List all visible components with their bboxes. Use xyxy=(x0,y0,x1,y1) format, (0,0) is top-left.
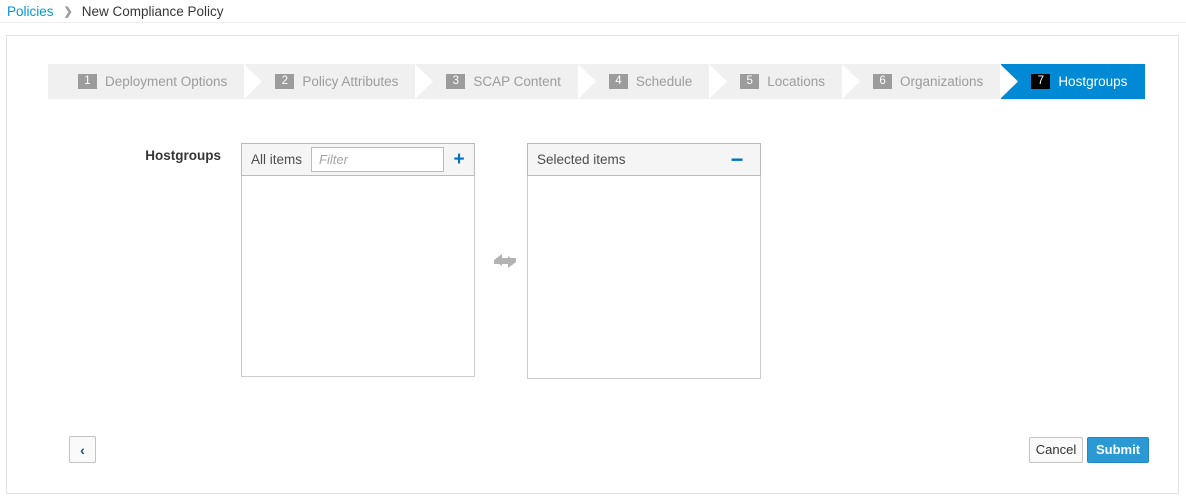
remove-items-icon[interactable]: − xyxy=(722,148,752,171)
cancel-button[interactable]: Cancel xyxy=(1029,437,1083,463)
wizard-steps: 1 Deployment Options 2 Policy Attributes… xyxy=(48,64,1146,99)
breadcrumb: Policies ❯ New Compliance Policy xyxy=(0,0,1186,23)
breadcrumb-link-policies[interactable]: Policies xyxy=(7,4,54,19)
step-label: Hostgroups xyxy=(1058,74,1128,89)
step-number-badge: 4 xyxy=(608,74,628,89)
all-items-listbox: All items + xyxy=(241,143,475,377)
all-items-list[interactable] xyxy=(241,176,475,377)
step-number-badge: 7 xyxy=(1031,74,1051,89)
wizard-step-scap-content[interactable]: 3 SCAP Content xyxy=(416,64,596,99)
breadcrumb-current: New Compliance Policy xyxy=(81,3,224,19)
step-number-badge: 5 xyxy=(740,74,760,89)
selected-items-title: Selected items xyxy=(537,152,626,167)
selected-items-list[interactable] xyxy=(527,176,761,379)
all-items-header: All items + xyxy=(241,143,475,176)
hostgroups-field-label: Hostgroups xyxy=(145,148,221,163)
chevron-left-icon: ‹ xyxy=(80,441,85,458)
wizard-step-schedule[interactable]: 4 Schedule xyxy=(578,64,728,99)
submit-button[interactable]: Submit xyxy=(1087,437,1149,463)
all-items-title: All items xyxy=(251,152,303,167)
selected-items-header: Selected items − xyxy=(527,143,761,176)
step-number-badge: 1 xyxy=(78,74,97,89)
wizard-panel: 1 Deployment Options 2 Policy Attributes… xyxy=(6,35,1179,494)
all-items-filter-input[interactable] xyxy=(311,147,444,172)
wizard-step-policy-attributes[interactable]: 2 Policy Attributes xyxy=(245,64,434,99)
step-label: SCAP Content xyxy=(473,74,561,89)
step-number-badge: 3 xyxy=(446,74,466,89)
step-label: Organizations xyxy=(900,74,984,89)
wizard-step-organizations[interactable]: 6 Organizations xyxy=(843,64,1019,99)
step-chevron-icon xyxy=(577,64,596,99)
step-label: Policy Attributes xyxy=(302,74,399,89)
step-number-badge: 2 xyxy=(275,74,295,89)
selected-items-listbox: Selected items − xyxy=(527,143,761,379)
step-label: Deployment Options xyxy=(105,74,228,89)
breadcrumb-separator-icon: ❯ xyxy=(63,5,73,18)
step-number-badge: 6 xyxy=(873,74,893,89)
wizard-step-hostgroups[interactable]: 7 Hostgroups xyxy=(1001,64,1146,99)
exchange-arrows-icon xyxy=(492,252,518,274)
wizard-step-deployment-options[interactable]: 1 Deployment Options xyxy=(48,64,263,99)
step-chevron-icon xyxy=(842,64,861,99)
step-label: Schedule xyxy=(635,74,693,89)
add-items-icon[interactable]: + xyxy=(444,150,474,169)
step-chevron-icon xyxy=(244,64,263,99)
back-button[interactable]: ‹ xyxy=(69,436,96,463)
step-label: Locations xyxy=(767,74,826,89)
step-chevron-icon xyxy=(1000,64,1019,99)
step-chevron-icon xyxy=(709,64,728,99)
step-chevron-icon xyxy=(415,64,434,99)
wizard-step-locations[interactable]: 5 Locations xyxy=(710,64,861,99)
